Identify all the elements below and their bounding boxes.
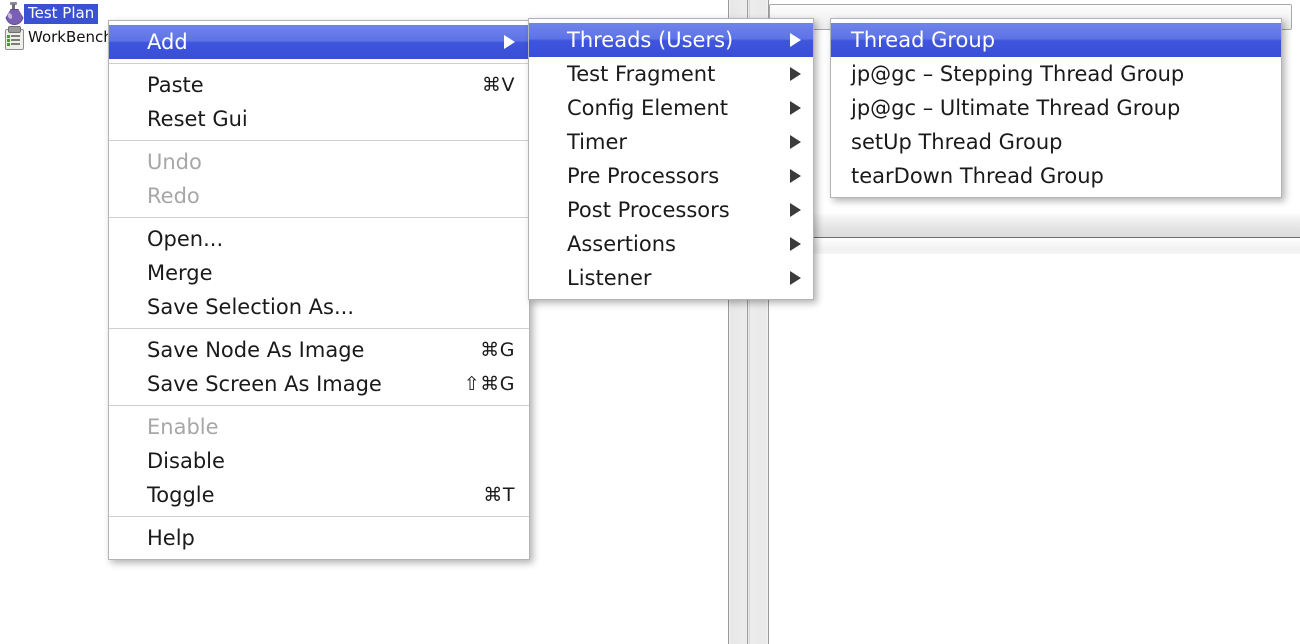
submenu-arrow-icon: [790, 237, 801, 251]
menu-item-label: Pre Processors: [567, 166, 772, 187]
menu-item-label: Paste: [147, 75, 456, 96]
menu-item-label: Disable: [147, 451, 515, 472]
menu-item-label: Config Element: [567, 98, 772, 119]
menu-item-label: Open...: [147, 229, 515, 250]
menu-item-label: Merge: [147, 263, 515, 284]
add-item-pre-processors[interactable]: Pre Processors: [529, 159, 813, 193]
menu-item-label: Assertions: [567, 234, 772, 255]
submenu-arrow-icon: [790, 203, 801, 217]
tree-node-label: Test Plan: [24, 4, 98, 24]
menu-separator: [109, 217, 529, 218]
menu-item-help[interactable]: Help: [109, 521, 529, 555]
submenu-arrow-icon: [790, 67, 801, 81]
menu-item-save-screen-as-image[interactable]: Save Screen As Image ⇧⌘G: [109, 367, 529, 401]
menu-item-label: jp@gc – Stepping Thread Group: [851, 64, 1269, 85]
section-header-bar: [769, 214, 1300, 238]
menu-item-disable[interactable]: Disable: [109, 444, 529, 478]
menu-item-label: Threads (Users): [567, 30, 772, 51]
submenu-arrow-icon: [504, 35, 515, 49]
menu-item-toggle[interactable]: Toggle ⌘T: [109, 478, 529, 512]
menu-item-shortcut: ⌘G: [480, 339, 515, 361]
thread-item-jp-gc-ultimate-thread-group[interactable]: jp@gc – Ultimate Thread Group: [831, 91, 1281, 125]
thread-item-jp-gc-stepping-thread-group[interactable]: jp@gc – Stepping Thread Group: [831, 57, 1281, 91]
menu-item-shortcut: ⇧⌘G: [464, 373, 515, 395]
menu-item-label: jp@gc – Ultimate Thread Group: [851, 98, 1269, 119]
menu-item-enable: Enable: [109, 410, 529, 444]
menu-item-label: Save Selection As...: [147, 297, 515, 318]
menu-item-label: Enable: [147, 417, 515, 438]
menu-item-label: Toggle: [147, 485, 457, 506]
menu-item-reset-gui[interactable]: Reset Gui: [109, 102, 529, 136]
tree-node-label: WorkBench: [24, 28, 117, 48]
menu-item-label: Listener: [567, 268, 772, 289]
menu-separator: [109, 328, 529, 329]
add-submenu[interactable]: Threads (Users) Test Fragment Config Eleme…: [528, 18, 814, 300]
add-item-listener[interactable]: Listener: [529, 261, 813, 295]
add-item-assertions[interactable]: Assertions: [529, 227, 813, 261]
submenu-arrow-icon: [790, 33, 801, 47]
menu-item-label: Save Screen As Image: [147, 374, 438, 395]
menu-separator: [109, 63, 529, 64]
submenu-arrow-icon: [790, 101, 801, 115]
menu-separator: [109, 516, 529, 517]
thread-item-teardown-thread-group[interactable]: tearDown Thread Group: [831, 159, 1281, 193]
menu-item-open[interactable]: Open...: [109, 222, 529, 256]
submenu-arrow-icon: [790, 271, 801, 285]
menu-item-save-selection-as[interactable]: Save Selection As...: [109, 290, 529, 324]
thread-item-setup-thread-group[interactable]: setUp Thread Group: [831, 125, 1281, 159]
menu-item-label: Reset Gui: [147, 109, 515, 130]
flask-icon: [2, 2, 24, 26]
menu-item-label: Redo: [147, 186, 515, 207]
threads-users-submenu[interactable]: Thread Group jp@gc – Stepping Thread Grou…: [830, 18, 1282, 198]
menu-item-label: Undo: [147, 152, 515, 173]
menu-item-redo: Redo: [109, 179, 529, 213]
menu-separator: [109, 140, 529, 141]
add-item-config-element[interactable]: Config Element: [529, 91, 813, 125]
menu-item-save-node-as-image[interactable]: Save Node As Image ⌘G: [109, 333, 529, 367]
menu-item-add[interactable]: Add: [109, 25, 529, 59]
tree-node-test-plan[interactable]: Test Plan: [0, 2, 98, 26]
submenu-arrow-icon: [790, 135, 801, 149]
menu-item-shortcut: ⌘T: [483, 484, 515, 506]
add-item-threads-users[interactable]: Threads (Users): [529, 23, 813, 57]
tree-node-workbench[interactable]: WorkBench: [0, 26, 117, 50]
add-item-timer[interactable]: Timer: [529, 125, 813, 159]
menu-item-undo: Undo: [109, 145, 529, 179]
menu-item-paste[interactable]: Paste ⌘V: [109, 68, 529, 102]
menu-item-label: Post Processors: [567, 200, 772, 221]
add-item-post-processors[interactable]: Post Processors: [529, 193, 813, 227]
menu-item-label: setUp Thread Group: [851, 132, 1269, 153]
menu-item-label: Test Fragment: [567, 64, 772, 85]
thread-item-thread-group[interactable]: Thread Group: [831, 23, 1281, 57]
menu-item-label: tearDown Thread Group: [851, 166, 1269, 187]
submenu-arrow-icon: [790, 169, 801, 183]
menu-item-merge[interactable]: Merge: [109, 256, 529, 290]
menu-item-shortcut: ⌘V: [482, 74, 515, 96]
menu-item-label: Timer: [567, 132, 772, 153]
menu-separator: [109, 405, 529, 406]
menu-item-label: Save Node As Image: [147, 340, 454, 361]
add-item-test-fragment[interactable]: Test Fragment: [529, 57, 813, 91]
menu-item-label: Thread Group: [851, 30, 1269, 51]
menu-item-label: Add: [147, 32, 486, 53]
section-subrow: [769, 238, 1300, 254]
test-plan-context-menu[interactable]: Add Paste ⌘V Reset Gui Undo Redo Open... Merge S…: [108, 20, 530, 560]
clipboard-icon: [2, 26, 24, 50]
menu-item-label: Help: [147, 528, 515, 549]
